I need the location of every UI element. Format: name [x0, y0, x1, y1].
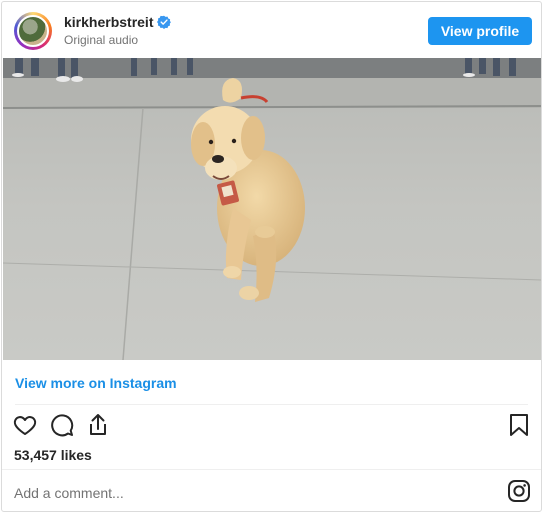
divider	[15, 404, 528, 405]
avatar-image	[17, 15, 49, 47]
add-comment-input[interactable]: Add a comment...	[14, 485, 124, 501]
post-header: kirkherbstreit Original audio View profi…	[2, 2, 541, 58]
verified-badge-icon	[157, 15, 172, 29]
post-video[interactable]	[3, 58, 541, 360]
instagram-icon[interactable]	[507, 479, 531, 503]
comment-icon[interactable]	[50, 413, 74, 437]
heart-icon[interactable]	[13, 413, 37, 437]
divider	[2, 469, 541, 470]
instagram-embed-card: kirkherbstreit Original audio View profi…	[1, 1, 542, 512]
bookmark-icon[interactable]	[509, 413, 529, 437]
action-bar	[2, 410, 541, 442]
likes-count[interactable]: 53,457 likes	[14, 447, 92, 463]
share-icon[interactable]	[86, 412, 110, 438]
username[interactable]: kirkherbstreit	[64, 14, 172, 30]
audio-subtitle[interactable]: Original audio	[64, 33, 138, 47]
username-text[interactable]: kirkherbstreit	[64, 14, 153, 30]
view-profile-button[interactable]: View profile	[428, 17, 532, 45]
view-more-link[interactable]: View more on Instagram	[15, 375, 177, 391]
video-frame	[3, 58, 541, 360]
avatar[interactable]	[14, 12, 52, 50]
